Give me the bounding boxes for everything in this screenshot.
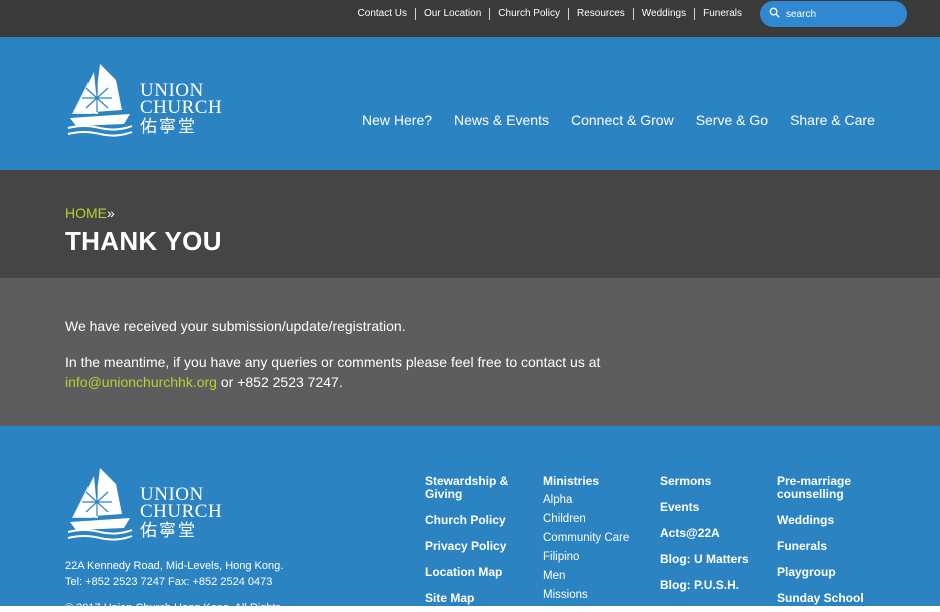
confirmation-message-band: We have received your submission/update/… <box>0 278 940 426</box>
footer-col-2: Ministries Alpha Children Community Care… <box>543 475 653 608</box>
footer-link-stewardship[interactable]: Stewardship & Giving <box>425 475 525 501</box>
contact-text-suffix: or +852 2523 7247. <box>216 374 343 390</box>
utility-link-church-policy[interactable]: Church Policy <box>489 8 568 20</box>
breadcrumb-home-link[interactable]: HOME <box>65 205 107 221</box>
logo-wordmark: UNION CHURCH 佑寧堂 <box>140 81 223 138</box>
footer-col-4: Pre-marriage counselling Weddings Funera… <box>777 475 877 612</box>
footer-link-alpha[interactable]: Alpha <box>543 494 653 507</box>
junk-boat-logo-icon <box>67 468 133 541</box>
top-utility-bar: Contact Us Our Location Church Policy Re… <box>0 0 940 37</box>
footer-address: 22A Kennedy Road, Mid-Levels, Hong Kong. <box>65 560 284 572</box>
search-input[interactable] <box>786 8 896 20</box>
nav-news-events[interactable]: News & Events <box>454 112 549 128</box>
footer-logo-line-church: CHURCH <box>140 501 223 522</box>
window-bottom-edge <box>0 606 940 612</box>
footer-logo[interactable]: UNION CHURCH 佑寧堂 <box>64 466 229 551</box>
junk-boat-logo-icon <box>67 64 133 137</box>
footer-link-site-map[interactable]: Site Map <box>425 592 525 605</box>
union-church-logo[interactable]: UNION CHURCH 佑寧堂 <box>64 62 229 147</box>
footer-link-missions[interactable]: Missions <box>543 589 653 602</box>
logo-line-church: CHURCH <box>140 97 223 118</box>
utility-link-our-location[interactable]: Our Location <box>415 8 489 20</box>
contact-text-prefix: In the meantime, if you have any queries… <box>65 354 601 370</box>
logo-line-chinese: 佑寧堂 <box>140 117 197 136</box>
main-nav: New Here? News & Events Connect & Grow S… <box>362 112 897 128</box>
nav-connect-grow[interactable]: Connect & Grow <box>571 112 674 128</box>
site-footer: UNION CHURCH 佑寧堂 22A Kennedy Road, Mid-L… <box>0 426 940 612</box>
footer-link-sermons[interactable]: Sermons <box>660 475 770 488</box>
footer-link-men[interactable]: Men <box>543 570 653 583</box>
footer-col-3: Sermons Events Acts@22A Blog: U Matters … <box>660 475 770 605</box>
utility-link-contact-us[interactable]: Contact Us <box>350 8 415 20</box>
footer-link-children[interactable]: Children <box>543 513 653 526</box>
nav-new-here[interactable]: New Here? <box>362 112 432 128</box>
confirmation-text: We have received your submission/update/… <box>65 318 406 334</box>
utility-link-resources[interactable]: Resources <box>567 8 633 20</box>
utility-link-weddings[interactable]: Weddings <box>632 8 694 20</box>
footer-link-playgroup[interactable]: Playgroup <box>777 566 877 579</box>
footer-link-funerals[interactable]: Funerals <box>777 540 877 553</box>
footer-phone-fax: Tel: +852 2523 7247 Fax: +852 2524 0473 <box>65 576 273 588</box>
footer-link-events[interactable]: Events <box>660 501 770 514</box>
contact-email-link[interactable]: info@unionchurchhk.org <box>65 374 217 390</box>
site-header: UNION CHURCH 佑寧堂 New Here? News & Events… <box>0 37 940 170</box>
footer-link-weddings[interactable]: Weddings <box>777 514 877 527</box>
nav-serve-go[interactable]: Serve & Go <box>696 112 768 128</box>
footer-link-ministries[interactable]: Ministries <box>543 475 653 488</box>
footer-link-filipino[interactable]: Filipino <box>543 551 653 564</box>
footer-link-sunday-school[interactable]: Sunday School <box>777 592 877 605</box>
utility-link-funerals[interactable]: Funerals <box>694 8 750 20</box>
footer-col-1: Stewardship & Giving Church Policy Priva… <box>425 475 525 612</box>
page-title-band: HOME» THANK YOU <box>0 170 940 278</box>
footer-link-pre-marriage[interactable]: Pre-marriage counselling <box>777 475 877 501</box>
breadcrumb: HOME» <box>65 205 115 221</box>
footer-logo-line-chinese: 佑寧堂 <box>140 521 197 540</box>
utility-links: Contact Us Our Location Church Policy Re… <box>350 0 750 28</box>
footer-link-acts22a[interactable]: Acts@22A <box>660 527 770 540</box>
breadcrumb-separator: » <box>107 205 115 221</box>
footer-link-community-care[interactable]: Community Care <box>543 532 653 545</box>
footer-link-blog-push[interactable]: Blog: P.U.S.H. <box>660 579 770 592</box>
footer-link-church-policy[interactable]: Church Policy <box>425 514 525 527</box>
footer-logo-wordmark: UNION CHURCH 佑寧堂 <box>140 485 223 542</box>
nav-share-care[interactable]: Share & Care <box>790 112 875 128</box>
page-title: THANK YOU <box>65 226 222 256</box>
search-icon[interactable] <box>769 5 780 23</box>
footer-link-privacy-policy[interactable]: Privacy Policy <box>425 540 525 553</box>
footer-link-location-map[interactable]: Location Map <box>425 566 525 579</box>
footer-address-block: 22A Kennedy Road, Mid-Levels, Hong Kong.… <box>65 558 283 590</box>
search-box[interactable] <box>760 1 907 27</box>
contact-text: In the meantime, if you have any queries… <box>65 352 665 392</box>
footer-link-blog-u-matters[interactable]: Blog: U Matters <box>660 553 770 566</box>
